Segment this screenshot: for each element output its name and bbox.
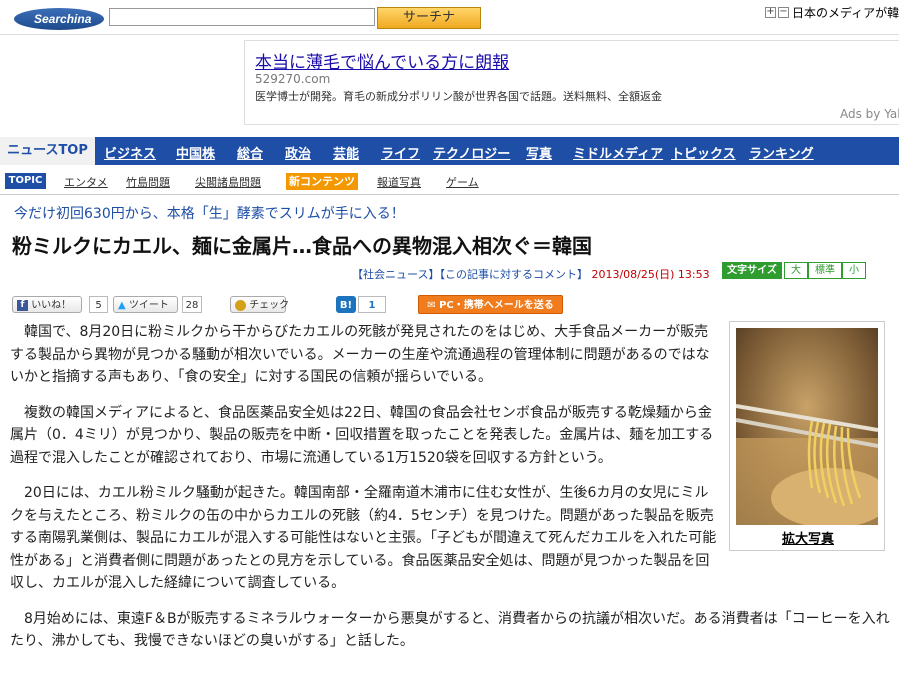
hatena-count: 1 (358, 296, 386, 313)
article-paragraph: 複数の韓国メディアによると、食品医薬品安全処は22日、韓国の食品会社センボ食品が… (10, 404, 714, 466)
nav-tab-entertainment[interactable]: 芸能 (333, 143, 359, 162)
main-nav: ニュースTOP ビジネス 中国株 総合 政治 芸能 ライフ テクノロジー 写真 … (0, 137, 899, 165)
topic-nav: TOPIC エンタメ 竹島問題 尖閣諸島問題 新コンテンツ 報道写真 ゲーム (0, 165, 899, 195)
logo-text: Searchina (34, 12, 92, 26)
topic-news-photos[interactable]: 報道写真 (377, 174, 421, 190)
article-body: 韓国で、8月20日に粉ミルクから干からびたカエルの死骸が発見されたのをはじめ、大… (10, 321, 890, 666)
nav-tab-middle-media[interactable]: ミドルメディア (573, 143, 663, 162)
share-bar: f いいね！ 5 ▲ ツイート 28 チェック B! 1 ✉ PC・携帯へメール… (0, 293, 899, 317)
ad-banner[interactable]: 本当に薄毛で悩んでいる方に朗報 529270.com 医学博士が開発。育毛の新成… (244, 40, 899, 125)
check-label: チェック (249, 300, 290, 311)
hatena-bookmark-icon[interactable]: B! (336, 296, 356, 313)
article-paragraph: 20日には、カエル粉ミルク騒動が起きた。韓国南部・全羅南道木浦市に住む女性が、生… (10, 485, 717, 591)
tweet-label: ツイート (128, 300, 169, 311)
nav-tab-business[interactable]: ビジネス (104, 143, 156, 162)
zoom-controls: + − (765, 6, 791, 18)
font-size-standard[interactable]: 標準 (808, 262, 842, 279)
top-right-news-link[interactable]: 日本のメディアが韓 (792, 4, 899, 21)
topic-entertainment[interactable]: エンタメ (64, 174, 108, 190)
facebook-like-button[interactable]: f いいね！ (12, 296, 82, 313)
noodle-photo[interactable] (736, 328, 878, 525)
searchina-logo[interactable]: Searchina (14, 6, 104, 30)
enlarge-photo-link[interactable]: 拡大写真 (730, 528, 886, 547)
topic-senkaku[interactable]: 尖閣諸島問題 (195, 174, 261, 190)
tweet-count: 28 (182, 296, 202, 313)
comment-link[interactable]: 【この記事に対するコメント】 (439, 268, 588, 281)
article-date: 2013/08/25(日) 13:53 (591, 268, 710, 281)
ad-title-link[interactable]: 本当に薄毛で悩んでいる方に朗報 (255, 48, 509, 73)
nav-tab-life[interactable]: ライフ (381, 143, 420, 162)
font-size-small[interactable]: 小 (842, 262, 866, 279)
search-button[interactable]: サーチナ (377, 7, 481, 29)
tweet-button[interactable]: ▲ ツイート (113, 296, 178, 313)
like-label: いいね！ (31, 300, 72, 311)
mixi-check-button[interactable]: チェック (230, 296, 290, 313)
promo-link[interactable]: 今だけ初回630円から、本格「生」酵素でスリムが手に入る！ (14, 203, 405, 223)
article-photo-box: 拡大写真 (729, 321, 885, 551)
nav-tab-general[interactable]: 総合 (237, 143, 263, 162)
nav-tab-ranking[interactable]: ランキング (749, 143, 814, 162)
ad-description: 医学博士が開発。育毛の新成分ポリリン酸が世界各国で話題。送料無料、全額返金 (255, 90, 662, 103)
article-headline: 粉ミルクにカエル、麺に金属片…食品への異物混入相次ぐ＝韓国 (12, 234, 592, 258)
article-meta: 【社会ニュース】【この記事に対するコメント】 2013/08/25(日) 13:… (352, 266, 710, 282)
article-paragraph: 韓国で、8月20日に粉ミルクから干からびたカエルの死骸が発見されたのをはじめ、大… (10, 324, 710, 385)
nav-tab-news-top[interactable]: ニュースTOP (0, 137, 95, 165)
like-count: 5 (89, 296, 108, 313)
facebook-icon: f (17, 299, 28, 311)
font-size-large[interactable]: 大 (784, 262, 808, 279)
ads-by-label[interactable]: Ads by Yal (840, 107, 899, 121)
check-icon (235, 299, 246, 311)
category-link[interactable]: 【社会ニュース】 (352, 268, 439, 281)
nav-tab-photo[interactable]: 写真 (526, 143, 552, 162)
topic-takeshima[interactable]: 竹島問題 (126, 174, 170, 190)
nav-tab-politics[interactable]: 政治 (285, 143, 311, 162)
zoom-out-icon[interactable]: − (778, 7, 789, 18)
nav-tab-topics[interactable]: トピックス (671, 143, 736, 162)
send-mail-label: PC・携帯へメールを送る (439, 300, 554, 311)
topic-label: TOPIC (5, 173, 46, 189)
topic-games[interactable]: ゲーム (446, 174, 479, 190)
font-size-label: 文字サイズ (722, 262, 782, 279)
header-divider (0, 34, 899, 35)
envelope-icon: ✉ (427, 300, 436, 311)
zoom-in-icon[interactable]: + (765, 7, 776, 18)
new-contents-badge[interactable]: 新コンテンツ (286, 173, 358, 190)
top-bar: Searchina サーチナ + − 日本のメディアが韓 (0, 0, 899, 34)
twitter-bird-icon: ▲ (118, 300, 126, 311)
send-mail-button[interactable]: ✉ PC・携帯へメールを送る (418, 295, 563, 314)
search-input[interactable] (109, 8, 375, 26)
article-paragraph: 8月始めには、東遠F＆Bが販売するミネラルウォーターから悪臭がすると、消費者から… (10, 610, 890, 650)
nav-tab-technology[interactable]: テクノロジー (433, 143, 510, 162)
ad-url: 529270.com (255, 72, 331, 86)
nav-tab-china-stocks[interactable]: 中国株 (176, 143, 215, 162)
